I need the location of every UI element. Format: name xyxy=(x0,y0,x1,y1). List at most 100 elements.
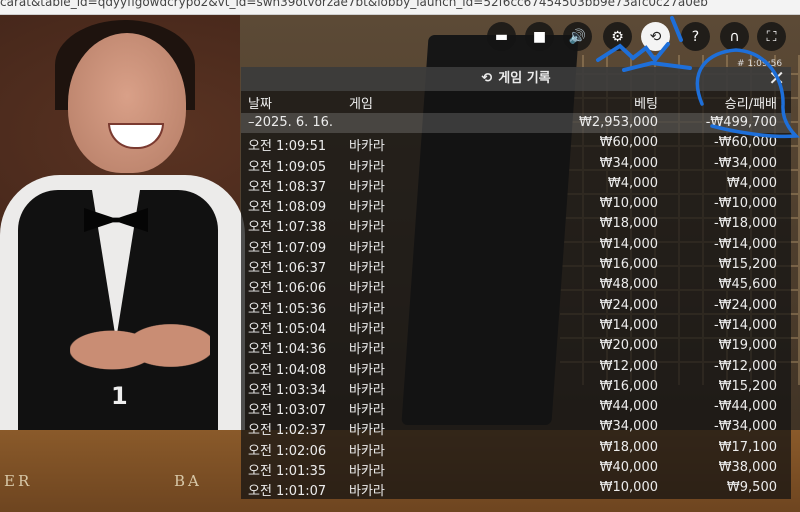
row-game: 바카라 xyxy=(349,403,385,419)
row-game: 바카라 xyxy=(349,139,385,155)
row-result: -₩34,000 xyxy=(713,155,777,171)
history-row[interactable]: 오전 1:02:37 바카라 ₩34,000 -₩34,000 xyxy=(241,417,791,439)
row-bet: ₩16,000 xyxy=(599,378,658,394)
history-row[interactable]: 오전 1:09:51 바카라 ₩60,000 -₩60,000 xyxy=(241,133,791,155)
row-bet: ₩60,000 xyxy=(599,135,658,151)
row-time: 오전 1:03:34 xyxy=(248,382,327,398)
column-headers: 날짜 게임 베팅 승리/패배 xyxy=(241,91,791,113)
row-time: 오전 1:02:37 xyxy=(248,423,327,439)
col-bet[interactable]: 베팅 xyxy=(634,93,658,112)
dealer-hands xyxy=(70,305,210,395)
row-bet: ₩34,000 xyxy=(599,419,658,435)
row-game: 바카라 xyxy=(349,301,385,317)
history-row[interactable]: 오전 1:05:04 바카라 ₩14,000 -₩14,000 xyxy=(241,316,791,337)
video-icon: ■ xyxy=(532,28,547,45)
settings-button[interactable]: ⚙ xyxy=(603,22,632,51)
headset-button[interactable]: ∩ xyxy=(720,22,749,51)
row-result: ₩38,000 xyxy=(718,460,777,476)
row-result: -₩12,000 xyxy=(713,358,777,374)
row-result: ₩15,200 xyxy=(718,378,777,394)
col-date[interactable]: 날짜 xyxy=(248,93,272,112)
date-summary-row[interactable]: –2025. 6. 16. ₩2,953,000 -₩499,700 xyxy=(241,113,791,134)
row-bet: ₩44,000 xyxy=(599,399,658,415)
col-game[interactable]: 게임 xyxy=(349,93,373,112)
table-label-right: BA xyxy=(174,472,202,490)
fullscreen-button[interactable]: ⛶ xyxy=(757,22,786,51)
row-time: 오전 1:08:09 xyxy=(248,200,327,216)
history-row[interactable]: 오전 1:08:09 바카라 ₩10,000 -₩10,000 xyxy=(241,194,791,216)
row-bet: ₩12,000 xyxy=(599,358,658,374)
row-bet: ₩10,000 xyxy=(599,480,658,496)
row-time: 오전 1:05:36 xyxy=(248,301,327,317)
row-time: 오전 1:03:07 xyxy=(248,403,327,419)
row-bet: ₩48,000 xyxy=(599,277,658,293)
row-result: -₩10,000 xyxy=(713,196,777,212)
history-row[interactable]: 오전 1:03:07 바카라 ₩44,000 -₩44,000 xyxy=(241,397,791,419)
row-time: 오전 1:02:06 xyxy=(248,443,327,459)
row-time: 오전 1:09:51 xyxy=(248,139,327,155)
row-time: 오전 1:01:35 xyxy=(248,464,327,480)
chat-button[interactable]: ▬ xyxy=(487,22,516,51)
history-row[interactable]: 오전 1:07:09 바카라 ₩14,000 -₩14,000 xyxy=(241,235,791,256)
video-button[interactable]: ■ xyxy=(525,22,554,51)
history-list: 오전 1:09:51 바카라 ₩60,000 -₩60,000 오전 1:09:05 바카… xyxy=(241,133,791,499)
row-bet: ₩18,000 xyxy=(599,216,658,232)
help-button[interactable]: ? xyxy=(681,22,710,51)
panel-title: 게임 기록 xyxy=(498,71,551,86)
history-row[interactable]: 오전 1:04:36 바카라 ₩20,000 ₩19,000 xyxy=(241,336,791,358)
row-game: 바카라 xyxy=(349,261,385,277)
history-row[interactable]: 오전 1:01:07 바카라 ₩10,000 ₩9,500 xyxy=(241,478,791,499)
row-bet: ₩10,000 xyxy=(599,196,658,212)
row-result: -₩14,000 xyxy=(713,236,777,252)
address-bar[interactable]: carat&table_id=qdyyfigowdcrypo2&vt_id=sw… xyxy=(0,0,800,15)
row-game: 바카라 xyxy=(349,281,385,297)
row-game: 바카라 xyxy=(349,179,385,195)
dealer-face xyxy=(68,33,186,173)
history-row[interactable]: 오전 1:07:38 바카라 ₩18,000 -₩18,000 xyxy=(241,214,791,235)
row-game: 바카라 xyxy=(349,362,385,378)
row-bet: ₩40,000 xyxy=(599,460,658,476)
row-time: 오전 1:04:36 xyxy=(248,342,327,358)
headset-icon: ∩ xyxy=(729,28,740,45)
volume-icon: 🔊 xyxy=(568,28,587,45)
history-row[interactable]: 오전 1:06:37 바카라 ₩16,000 ₩15,200 xyxy=(241,255,791,277)
row-game: 바카라 xyxy=(349,464,385,480)
row-bet: ₩24,000 xyxy=(599,297,658,313)
row-result: -₩34,000 xyxy=(713,419,777,435)
history-row[interactable]: 오전 1:03:34 바카라 ₩16,000 ₩15,200 xyxy=(241,377,791,398)
summary-date: –2025. 6. 16. xyxy=(248,115,334,130)
row-time: 오전 1:05:04 xyxy=(248,321,327,337)
row-game: 바카라 xyxy=(349,443,385,459)
chat-icon: ▬ xyxy=(494,28,509,45)
row-result: -₩18,000 xyxy=(713,216,777,232)
help-icon: ? xyxy=(691,28,700,45)
col-result[interactable]: 승리/패배 xyxy=(725,93,777,112)
row-result: -₩60,000 xyxy=(713,135,777,151)
row-bet: ₩20,000 xyxy=(599,338,658,354)
row-result: -₩14,000 xyxy=(713,317,777,333)
row-game: 바카라 xyxy=(349,423,385,439)
history-row[interactable]: 오전 1:08:37 바카라 ₩4,000 ₩4,000 xyxy=(241,174,791,195)
row-time: 오전 1:08:37 xyxy=(248,179,327,195)
history-row[interactable]: 오전 1:05:36 바카라 ₩24,000 -₩24,000 xyxy=(241,296,791,317)
row-bet: ₩4,000 xyxy=(607,175,658,191)
history-row[interactable]: 오전 1:09:05 바카라 ₩34,000 -₩34,000 xyxy=(241,154,791,175)
history-button[interactable]: ⟲ xyxy=(641,22,670,51)
row-bet: ₩18,000 xyxy=(599,439,658,455)
history-row[interactable]: 오전 1:06:06 바카라 ₩48,000 ₩45,600 xyxy=(241,275,791,297)
row-time: 오전 1:06:06 xyxy=(248,281,327,297)
row-result: -₩44,000 xyxy=(713,399,777,415)
row-bet: ₩16,000 xyxy=(599,257,658,273)
history-row[interactable]: 오전 1:04:08 바카라 ₩12,000 -₩12,000 xyxy=(241,357,791,378)
row-game: 바카라 xyxy=(349,382,385,398)
volume-button[interactable]: 🔊 xyxy=(563,22,592,51)
dealer-badge-number: 1 xyxy=(111,382,128,410)
fullscreen-icon: ⛶ xyxy=(766,28,777,45)
settings-icon: ⚙ xyxy=(611,28,624,45)
row-bet: ₩14,000 xyxy=(599,236,658,252)
close-button[interactable]: ✕ xyxy=(768,67,785,89)
game-history-panel: ⟲ 게임 기록 ✕ 날짜 게임 베팅 승리/패배 –2025. 6. 16. ₩2… xyxy=(241,67,791,499)
table-label-left: ER xyxy=(4,472,33,490)
history-row[interactable]: 오전 1:01:35 바카라 ₩40,000 ₩38,000 xyxy=(241,458,791,480)
history-row[interactable]: 오전 1:02:06 바카라 ₩18,000 ₩17,100 xyxy=(241,438,791,459)
